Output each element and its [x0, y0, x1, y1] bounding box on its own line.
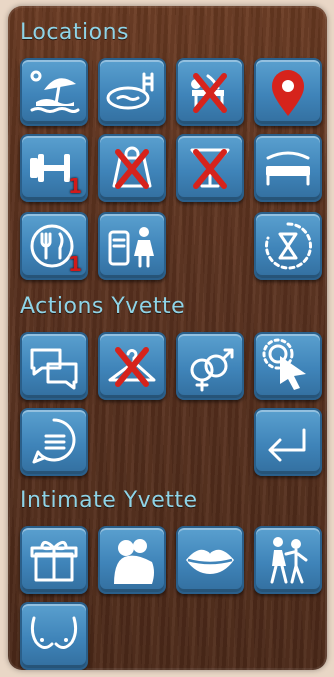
- breasts-button[interactable]: [20, 602, 88, 670]
- clothes-button[interactable]: [98, 332, 166, 400]
- phone-chat-girl-icon: [108, 227, 154, 268]
- pool-button[interactable]: [98, 58, 166, 126]
- phone-chat-button[interactable]: [98, 212, 166, 280]
- dancing-couple-icon: [270, 537, 308, 584]
- return-arrow-icon: [268, 428, 306, 462]
- massage-table-icon: [191, 74, 224, 112]
- map-pin-icon: [272, 70, 304, 116]
- menu-button[interactable]: [20, 408, 88, 476]
- beach-button[interactable]: [20, 58, 88, 126]
- cocktail-glass-icon: [190, 148, 230, 188]
- touch-button[interactable]: [254, 332, 322, 400]
- shop-button[interactable]: [98, 134, 166, 202]
- gender-symbols-icon: [190, 348, 234, 392]
- restaurant-count-badge: 1: [68, 252, 82, 276]
- hug-button[interactable]: [98, 526, 166, 594]
- lips-icon: [186, 549, 234, 574]
- back-button[interactable]: [254, 408, 322, 476]
- bed-icon: [266, 151, 310, 186]
- gym-button[interactable]: 1: [20, 134, 88, 202]
- clothes-hanger-icon: [108, 349, 156, 382]
- swimming-pool-icon: [106, 72, 154, 110]
- beach-umbrella-icon: [30, 70, 80, 113]
- message-menu-icon: [32, 418, 76, 464]
- section-title-locations: Locations: [20, 20, 130, 45]
- talk-button[interactable]: [20, 332, 88, 400]
- bar-button[interactable]: [176, 134, 244, 202]
- gym-count-badge: 1: [68, 174, 82, 198]
- pointer-hand-icon: [262, 338, 306, 390]
- couple-hug-icon: [114, 539, 154, 584]
- kiss-button[interactable]: [176, 526, 244, 594]
- game-menu-panel: Locations 1 1 Actions Yvette Intimate Yv…: [8, 6, 327, 670]
- speech-bubbles-icon: [30, 348, 78, 390]
- section-title-actions: Actions Yvette: [20, 294, 186, 319]
- gift-button[interactable]: [20, 526, 88, 594]
- sex-button[interactable]: [176, 332, 244, 400]
- gift-box-icon: [30, 541, 78, 582]
- dance-button[interactable]: [254, 526, 322, 594]
- map-location-button[interactable]: [254, 58, 322, 126]
- restaurant-button[interactable]: 1: [20, 212, 88, 280]
- wait-button[interactable]: [254, 212, 322, 280]
- shopping-bag-icon: [112, 146, 152, 188]
- section-title-intimate: Intimate Yvette: [20, 488, 198, 513]
- hourglass-cycle-icon: [265, 222, 312, 270]
- breasts-icon: [30, 616, 78, 649]
- bed-button[interactable]: [254, 134, 322, 202]
- massage-button[interactable]: [176, 58, 244, 126]
